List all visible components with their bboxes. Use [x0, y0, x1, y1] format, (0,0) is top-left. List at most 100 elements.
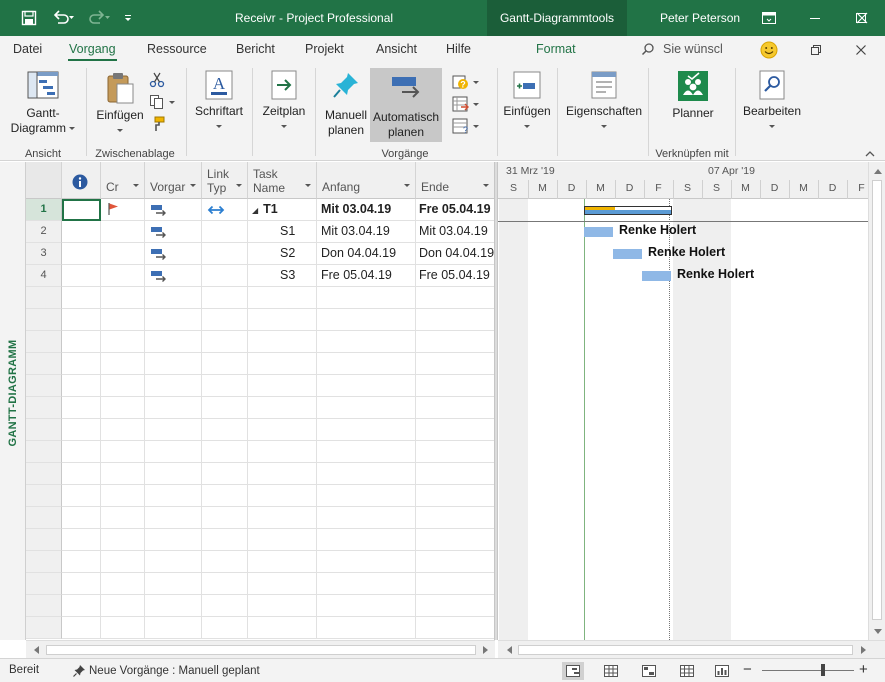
- scroll-up-icon[interactable]: [869, 163, 885, 179]
- start-cell[interactable]: [317, 441, 416, 463]
- task-name-cell[interactable]: S2: [248, 243, 317, 265]
- task-name-cell[interactable]: [248, 375, 317, 397]
- row-header[interactable]: [26, 573, 62, 595]
- table-row[interactable]: 4 S3 Fre 05.04.19 Fre 05.04.19: [26, 265, 495, 287]
- scroll-left-icon[interactable]: [501, 641, 517, 658]
- link-type-cell[interactable]: [202, 375, 248, 397]
- einfuegen-button[interactable]: Einfügen: [500, 70, 554, 134]
- end-cell[interactable]: Don 04.04.19: [416, 243, 495, 265]
- link-type-cell[interactable]: [202, 309, 248, 331]
- table-row[interactable]: [26, 309, 495, 331]
- save-icon[interactable]: [14, 0, 44, 36]
- column-header-vorgang[interactable]: Vorgar: [145, 162, 202, 199]
- tab-datei[interactable]: Datei: [13, 42, 42, 56]
- task-name-cell[interactable]: [248, 529, 317, 551]
- end-cell[interactable]: [416, 309, 495, 331]
- link-type-cell[interactable]: [202, 573, 248, 595]
- row-header[interactable]: [26, 309, 62, 331]
- vorgang-mode-cell[interactable]: [145, 617, 202, 639]
- column-header-ende[interactable]: Ende: [416, 162, 495, 199]
- row-header[interactable]: [26, 617, 62, 639]
- row-header[interactable]: [26, 419, 62, 441]
- task-name-cell[interactable]: [248, 617, 317, 639]
- cr-cell[interactable]: [101, 529, 145, 551]
- end-cell[interactable]: [416, 573, 495, 595]
- table-row[interactable]: 2 S1 Mit 03.04.19 Mit 03.04.19: [26, 221, 495, 243]
- vorgang-mode-cell[interactable]: [145, 507, 202, 529]
- cr-cell[interactable]: [101, 221, 145, 243]
- row-header[interactable]: [26, 529, 62, 551]
- vorgang-mode-cell[interactable]: [145, 265, 202, 287]
- gantt-horizontal-scrollbar[interactable]: [498, 640, 885, 658]
- gantt-vertical-scrollbar[interactable]: [868, 162, 885, 640]
- restore-ribbon-icon[interactable]: [806, 40, 826, 60]
- zoom-out-button[interactable]: −: [743, 661, 752, 678]
- vorgang-mode-cell[interactable]: [145, 441, 202, 463]
- mode-button[interactable]: ?: [452, 116, 480, 136]
- table-row[interactable]: [26, 397, 495, 419]
- indicator-cell[interactable]: [62, 353, 101, 375]
- task-name-cell[interactable]: [248, 595, 317, 617]
- vorgang-mode-cell[interactable]: [145, 331, 202, 353]
- table-row[interactable]: [26, 529, 495, 551]
- schriftart-button[interactable]: A Schriftart: [191, 70, 247, 134]
- end-cell[interactable]: [416, 551, 495, 573]
- vorgang-mode-cell[interactable]: [145, 375, 202, 397]
- start-cell[interactable]: [317, 309, 416, 331]
- cr-cell[interactable]: [101, 199, 145, 221]
- column-header-cr[interactable]: Cr: [101, 162, 145, 199]
- table-row[interactable]: [26, 419, 495, 441]
- cr-cell[interactable]: [101, 331, 145, 353]
- link-type-cell[interactable]: [202, 507, 248, 529]
- tab-format[interactable]: Format: [536, 42, 576, 56]
- end-cell[interactable]: [416, 331, 495, 353]
- task-name-cell[interactable]: [248, 419, 317, 441]
- table-row[interactable]: [26, 353, 495, 375]
- indicator-cell[interactable]: [62, 507, 101, 529]
- indicator-cell[interactable]: [62, 331, 101, 353]
- task-name-cell[interactable]: [248, 353, 317, 375]
- start-cell[interactable]: [317, 397, 416, 419]
- vorgang-mode-cell[interactable]: [145, 551, 202, 573]
- link-type-cell[interactable]: [202, 199, 248, 221]
- smiley-feedback-icon[interactable]: [759, 40, 779, 60]
- link-type-cell[interactable]: [202, 243, 248, 265]
- start-cell[interactable]: [317, 507, 416, 529]
- link-type-cell[interactable]: [202, 331, 248, 353]
- cr-cell[interactable]: [101, 287, 145, 309]
- task-name-cell[interactable]: S1: [248, 221, 317, 243]
- link-type-cell[interactable]: [202, 419, 248, 441]
- bearbeiten-button[interactable]: Bearbeiten: [742, 70, 802, 134]
- end-cell[interactable]: [416, 397, 495, 419]
- indicator-cell[interactable]: [62, 573, 101, 595]
- row-header[interactable]: [26, 551, 62, 573]
- end-cell[interactable]: [416, 595, 495, 617]
- zoom-slider-track[interactable]: [762, 670, 854, 671]
- table-row[interactable]: [26, 485, 495, 507]
- table-row[interactable]: [26, 287, 495, 309]
- vorgang-mode-cell[interactable]: [145, 309, 202, 331]
- scroll-thumb[interactable]: [518, 645, 853, 655]
- move-task-button[interactable]: [452, 94, 480, 114]
- link-type-cell[interactable]: [202, 485, 248, 507]
- indicator-cell[interactable]: [62, 441, 101, 463]
- row-header[interactable]: [26, 353, 62, 375]
- row-header[interactable]: [26, 485, 62, 507]
- undo-icon[interactable]: [48, 0, 78, 36]
- task-name-cell[interactable]: [248, 397, 317, 419]
- cr-cell[interactable]: [101, 309, 145, 331]
- vorgang-mode-cell[interactable]: [145, 243, 202, 265]
- minimize-icon[interactable]: [792, 0, 838, 36]
- tab-ansicht[interactable]: Ansicht: [376, 42, 417, 56]
- task-name-cell[interactable]: [248, 441, 317, 463]
- start-cell[interactable]: [317, 331, 416, 353]
- vorgang-mode-cell[interactable]: [145, 463, 202, 485]
- row-header[interactable]: 4: [26, 265, 62, 287]
- row-header[interactable]: [26, 507, 62, 529]
- tab-projekt[interactable]: Projekt: [305, 42, 344, 56]
- start-cell[interactable]: [317, 485, 416, 507]
- start-cell[interactable]: Mit 03.04.19: [317, 221, 416, 243]
- start-cell[interactable]: [317, 617, 416, 639]
- link-type-cell[interactable]: [202, 221, 248, 243]
- row-header[interactable]: [26, 463, 62, 485]
